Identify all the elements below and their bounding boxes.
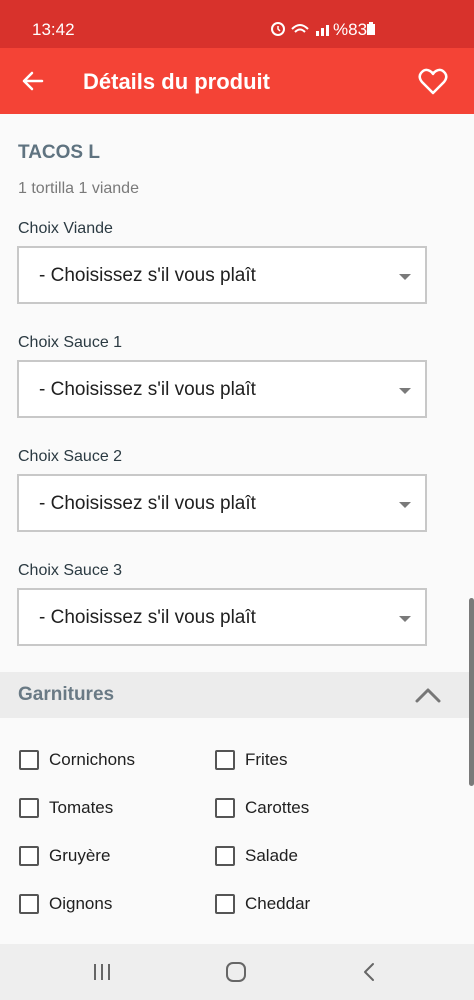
recent-apps-icon[interactable] (87, 960, 117, 984)
select-value: - Choisissez s'il vous plaît (39, 265, 256, 286)
dropdown-caret-icon (399, 616, 411, 622)
garnitures-section-header[interactable]: Garnitures (0, 672, 474, 718)
battery-icon (367, 22, 375, 35)
select-value: - Choisissez s'il vous plaît (39, 493, 256, 514)
checkbox-box[interactable] (215, 750, 235, 770)
checkbox-label: Cornichons (49, 750, 135, 769)
favorite-heart-icon[interactable] (417, 66, 449, 98)
choice-select-sauce-3[interactable]: - Choisissez s'il vous plaît (17, 588, 427, 646)
checkbox-label: Frites (245, 750, 288, 769)
checkbox-gruyere[interactable]: Gruyère (19, 846, 110, 866)
choice-select-sauce-2[interactable]: - Choisissez s'il vous plaît (17, 474, 427, 532)
section-title: Garnitures (18, 684, 115, 705)
product-name: TACOS L (18, 142, 100, 163)
checkbox-box[interactable] (215, 846, 235, 866)
status-time: 13:42 (32, 20, 75, 39)
checkbox-label: Oignons (49, 894, 113, 913)
back-arrow-icon[interactable] (18, 66, 48, 96)
checkbox-box[interactable] (19, 750, 39, 770)
choice-select-sauce-1[interactable]: - Choisissez s'il vous plaît (17, 360, 427, 418)
choice-label-sauce-1: Choix Sauce 1 (18, 334, 123, 351)
select-value: - Choisissez s'il vous plaît (39, 379, 256, 400)
dropdown-caret-icon (399, 274, 411, 280)
checkbox-salade[interactable]: Salade (215, 846, 298, 866)
battery-text: %83 (333, 20, 368, 39)
checkbox-cornichons[interactable]: Cornichons (19, 750, 135, 770)
checkbox-frites[interactable]: Frites (215, 750, 288, 770)
choice-label-sauce-2: Choix Sauce 2 (18, 448, 123, 465)
checkbox-cheddar[interactable]: Cheddar (215, 894, 310, 914)
scrollbar-thumb[interactable] (469, 598, 474, 786)
checkbox-label: Tomates (49, 798, 114, 817)
checkbox-box[interactable] (215, 798, 235, 818)
checkbox-box[interactable] (19, 894, 39, 914)
status-icons (270, 21, 340, 37)
choice-label-viande: Choix Viande (18, 220, 113, 237)
checkbox-box[interactable] (19, 798, 39, 818)
checkbox-label: Salade (245, 846, 298, 865)
checkbox-label: Cheddar (245, 894, 311, 913)
select-value: - Choisissez s'il vous plaît (39, 607, 256, 628)
checkbox-tomates[interactable]: Tomates (19, 798, 113, 818)
page-title: Détails du produit (83, 69, 270, 94)
home-icon[interactable] (221, 960, 251, 984)
back-icon[interactable] (354, 960, 384, 984)
checkbox-label: Carottes (245, 798, 310, 817)
app-bar: Détails du produit (0, 48, 474, 114)
alarm-wifi-signal-icon (271, 22, 329, 36)
dropdown-caret-icon (399, 502, 411, 508)
dropdown-caret-icon (399, 388, 411, 394)
checkbox-oignons[interactable]: Oignons (19, 894, 112, 914)
product-description: 1 tortilla 1 viande (18, 180, 139, 197)
checkbox-label: Gruyère (49, 846, 111, 865)
checkbox-carottes[interactable]: Carottes (215, 798, 309, 818)
status-bar: 13:42 %83 (0, 0, 474, 48)
checkbox-box[interactable] (19, 846, 39, 866)
choice-label-sauce-3: Choix Sauce 3 (18, 562, 123, 579)
chevron-up-icon[interactable] (413, 682, 443, 708)
system-nav-bar (0, 944, 474, 1000)
choice-select-viande[interactable]: - Choisissez s'il vous plaît (17, 246, 427, 304)
checkbox-box[interactable] (215, 894, 235, 914)
